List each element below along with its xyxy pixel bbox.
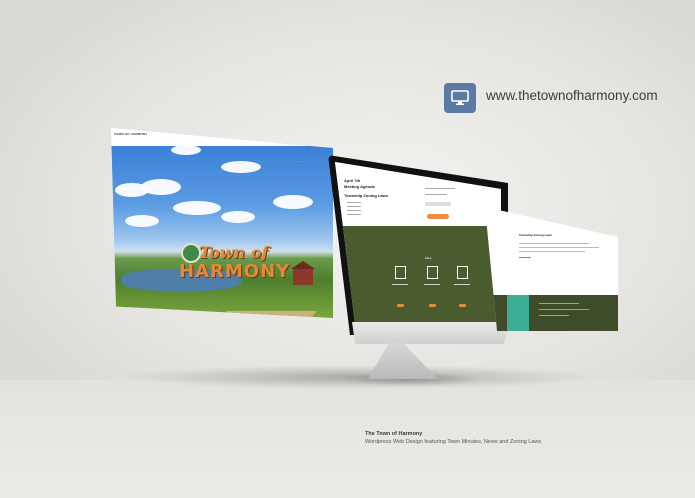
files-title: Files	[425, 256, 432, 260]
caption-title: The Town of Harmony	[365, 431, 423, 437]
imac-screen: April 7th Meeting Agenda Township Zoning…	[335, 162, 501, 324]
download-button[interactable]	[459, 304, 466, 307]
hero-landscape: Town of HARMONY	[111, 143, 333, 318]
monitor-icon	[444, 83, 476, 113]
floor	[0, 380, 695, 498]
logo-script-text: Town of	[199, 243, 269, 262]
barn	[291, 261, 315, 285]
footer-accent-block	[507, 295, 529, 331]
agenda-title: Meeting Agenda	[344, 184, 375, 189]
download-button[interactable]	[429, 304, 436, 307]
subscribe-button[interactable]	[427, 214, 449, 219]
logo-main-text: HARMONY	[179, 261, 291, 282]
document-icon	[457, 266, 468, 279]
homepage-mockup: Town of HARMONY TOWN OF HARMONY	[111, 128, 333, 318]
download-button[interactable]	[397, 304, 404, 307]
zoning-page-title: Township Zoning Laws	[519, 233, 552, 237]
caption-subtitle: Wordpress Web Design featuring Town Minu…	[365, 439, 542, 445]
website-url[interactable]: www.thetownofharmony.com	[486, 88, 658, 103]
main-nav[interactable]	[257, 161, 323, 162]
site-footer	[485, 295, 618, 331]
document-icon	[395, 266, 406, 279]
files-section: Files	[335, 226, 501, 324]
town-logo-emblem	[181, 243, 201, 263]
agenda-date: April 7th	[344, 178, 361, 183]
imac-chin	[352, 322, 510, 344]
document-icon	[427, 266, 438, 279]
zoning-link[interactable]: Township Zoning Laws	[344, 193, 388, 198]
site-title: TOWN OF HARMONY	[114, 132, 148, 136]
